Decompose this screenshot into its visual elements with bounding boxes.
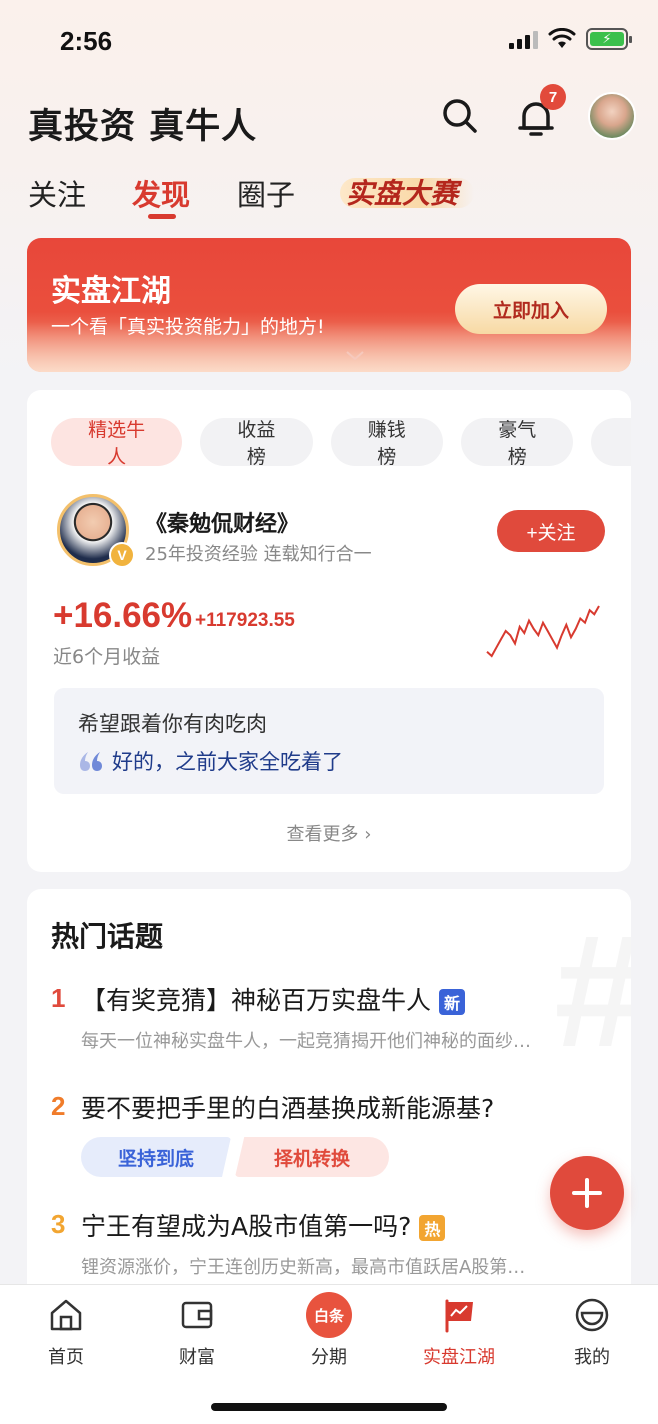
nav-label: 首页 [48, 1347, 84, 1368]
topic-title-text: 【有奖竞猜】神秘百万实盘牛人 [81, 986, 432, 1015]
sparkline-path [486, 605, 600, 658]
quote-icon [80, 752, 102, 771]
follow-button[interactable]: +关注 [497, 510, 605, 552]
plus-icon [572, 1178, 602, 1208]
wallet-icon [181, 1301, 213, 1329]
create-post-button[interactable] [550, 1156, 624, 1230]
return-percentage: +16.66% [53, 596, 193, 635]
tab-contest[interactable]: 实盘大赛 [346, 172, 458, 212]
status-time: 2:56 [60, 26, 113, 56]
nav-installment[interactable]: 白条 分期 [279, 1292, 379, 1369]
cellular-signal-icon [509, 29, 538, 49]
chip-earnings[interactable]: 赚钱榜 [330, 418, 444, 468]
return-label: 近6个月收益 [53, 646, 161, 668]
nav-home[interactable]: 首页 [16, 1297, 116, 1369]
comment-question: 希望跟着你有肉吃肉 [78, 712, 267, 736]
chip-returns[interactable]: 收益榜 [200, 418, 313, 468]
home-indicator [211, 1403, 447, 1411]
section-title: 热门话题 [51, 920, 164, 953]
avatar[interactable] [588, 92, 636, 140]
nav-profile[interactable]: 我的 [542, 1297, 642, 1369]
page-title: 真投资 真牛人 [28, 107, 258, 147]
user-description: 25年投资经验 连载知行合一 [145, 544, 372, 565]
tab-following[interactable]: 关注 [28, 172, 86, 214]
chevron-right-icon: › [358, 824, 372, 845]
ranking-chips: 精选牛人 收益榜 赚钱榜 豪气榜 [51, 418, 631, 468]
banner-subtitle: 一个看「真实投资能力」的地方! [51, 316, 325, 338]
status-icons: ⚡ [509, 28, 632, 50]
comment-reply: 好的，之前大家全吃着了 [112, 750, 343, 774]
topic-summary: 每天一位神秘实盘牛人，一起竞猜揭开他们神秘的面纱… [81, 1031, 531, 1052]
nav-label: 财富 [179, 1347, 215, 1368]
flag-icon [445, 1299, 473, 1333]
topic-title-text: 宁王有望成为A股市值第一吗? [81, 1212, 412, 1241]
topic-rank: 3 [51, 1209, 66, 1239]
tab-discover[interactable]: 发现 [132, 172, 190, 214]
smile-icon [575, 1298, 609, 1332]
topic-title: 要不要把手里的白酒基换成新能源基? [81, 1094, 495, 1123]
status-bar: 2:56 ⚡ [0, 0, 658, 80]
join-now-button[interactable]: 立即加入 [455, 284, 607, 334]
top-tabs: 关注 发现 圈子 实盘大赛 [0, 168, 658, 228]
topic-title: 【有奖竞猜】神秘百万实盘牛人新 [81, 981, 466, 1017]
return-amount: +117923.55 [195, 610, 295, 631]
promo-banner[interactable]: 实盘江湖 一个看「真实投资能力」的地方! 立即加入 [27, 238, 631, 372]
topic-summary: 锂资源涨价，宁王连创历史新高，最高市值跃居A股第… [81, 1257, 526, 1278]
banner-title: 实盘江湖 [51, 274, 171, 309]
search-icon[interactable] [440, 96, 480, 136]
home-icon [50, 1299, 82, 1331]
vote-switch-button[interactable]: 择机转换 [235, 1137, 389, 1177]
vote-hold-button[interactable]: 坚持到底 [81, 1137, 231, 1177]
hot-topics-card: # 热门话题 1 【有奖竞猜】神秘百万实盘牛人新 每天一位神秘实盘牛人，一起竞猜… [27, 889, 631, 1284]
bottom-nav: 首页 财富 白条 分期 实盘江湖 我的 [0, 1284, 658, 1424]
see-more-link[interactable]: 查看更多 › [27, 820, 631, 846]
verified-badge: V [109, 542, 135, 568]
nav-wealth[interactable]: 财富 [147, 1297, 247, 1369]
battery-icon: ⚡ [586, 28, 632, 50]
topic-rank: 2 [51, 1091, 66, 1121]
topic-title: 宁王有望成为A股市值第一吗? 热 [81, 1207, 446, 1243]
chip-generous[interactable]: 豪气榜 [461, 418, 574, 468]
nav-label: 分期 [311, 1347, 347, 1368]
hot-tag: 热 [419, 1215, 446, 1241]
nav-label: 实盘江湖 [423, 1347, 495, 1368]
nav-trading-arena[interactable]: 实盘江湖 [409, 1297, 509, 1369]
tab-circle[interactable]: 圈子 [237, 172, 295, 214]
topic-rank: 1 [51, 983, 66, 1013]
user-name[interactable]: 《秦勉侃财经》 [145, 506, 299, 538]
wifi-icon [548, 28, 576, 48]
active-tab-underline [148, 214, 176, 219]
notification-badge: 7 [540, 84, 566, 110]
chip-more[interactable] [591, 418, 631, 466]
return-sparkline [486, 605, 600, 658]
new-tag: 新 [439, 989, 466, 1015]
chevron-down-icon [346, 351, 364, 361]
chip-featured[interactable]: 精选牛人 [51, 418, 183, 468]
comment-box[interactable]: 希望跟着你有肉吃肉 好的，之前大家全吃着了 [54, 688, 604, 794]
installment-icon: 白条 [306, 1292, 352, 1338]
ranking-card: 精选牛人 收益榜 赚钱榜 豪气榜 V 《秦勉侃财经》 25年投资经验 连载知行合… [27, 390, 631, 872]
see-more-label: 查看更多 [286, 824, 359, 845]
hash-watermark-icon: # [552, 899, 631, 1083]
nav-label: 我的 [574, 1347, 610, 1368]
